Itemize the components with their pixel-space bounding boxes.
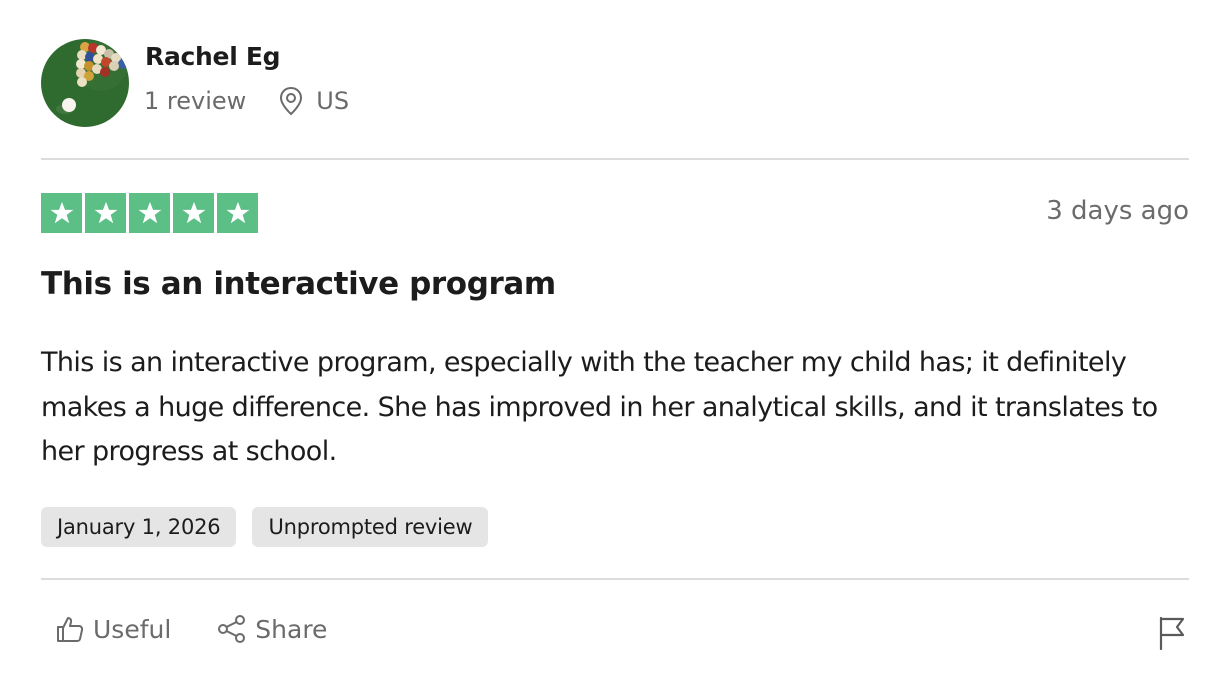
star-rating bbox=[41, 193, 258, 233]
star-5 bbox=[217, 193, 258, 233]
star-icon bbox=[50, 201, 73, 224]
useful-label: Useful bbox=[93, 614, 172, 644]
star-2 bbox=[85, 193, 126, 233]
reviewer-meta: 1 review US bbox=[144, 86, 349, 116]
share-icon bbox=[218, 615, 246, 643]
review-actions: Useful Share bbox=[55, 614, 327, 644]
location-pin-icon bbox=[280, 86, 303, 116]
footer-divider bbox=[41, 578, 1189, 580]
review-tags: January 1, 2026 Unprompted review bbox=[41, 507, 489, 547]
review-count: 1 review bbox=[144, 87, 247, 115]
share-label: Share bbox=[255, 614, 328, 644]
header-divider bbox=[41, 158, 1189, 160]
review-title[interactable]: This is an interactive program bbox=[41, 266, 556, 302]
star-icon bbox=[182, 201, 205, 224]
useful-button[interactable]: Useful bbox=[55, 614, 171, 644]
share-button[interactable]: Share bbox=[217, 614, 327, 644]
reviewer-location: US bbox=[278, 86, 349, 116]
unprompted-review-tag[interactable]: Unprompted review bbox=[252, 507, 489, 547]
reviewer-avatar[interactable] bbox=[41, 39, 129, 127]
star-3 bbox=[129, 193, 170, 233]
star-icon bbox=[94, 201, 117, 224]
star-1 bbox=[41, 193, 82, 233]
thumbs-up-icon bbox=[57, 617, 84, 642]
review-body: This is an interactive program, especial… bbox=[41, 347, 1158, 467]
reviewer-name[interactable]: Rachel Eg bbox=[145, 42, 281, 71]
star-icon bbox=[138, 201, 161, 224]
review-age: 3 days ago bbox=[1046, 196, 1189, 226]
flag-icon[interactable] bbox=[1157, 615, 1187, 651]
star-4 bbox=[173, 193, 214, 233]
star-icon bbox=[226, 201, 249, 224]
date-of-experience-tag: January 1, 2026 bbox=[41, 507, 237, 547]
country-code: US bbox=[316, 87, 350, 115]
review-card: Rachel Eg 1 review US 3 days ago This is… bbox=[41, 0, 1189, 681]
